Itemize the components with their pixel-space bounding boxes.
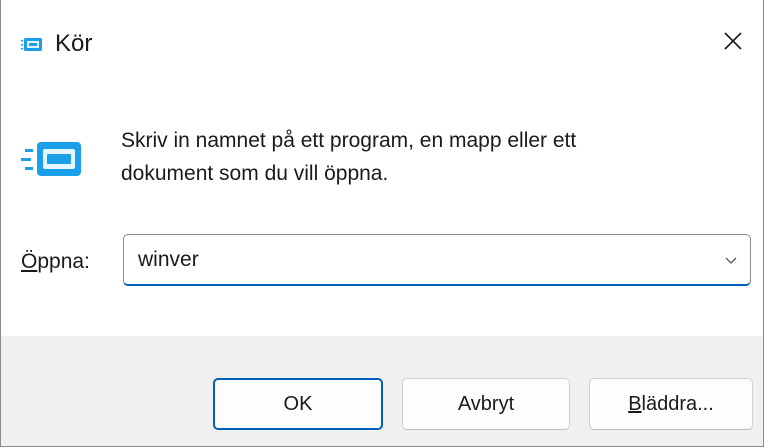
ok-button[interactable]: OK	[213, 378, 383, 430]
open-label: Öppna:	[21, 250, 90, 274]
run-large-icon	[21, 140, 87, 180]
browse-mnemonic: B	[628, 392, 642, 415]
cancel-button[interactable]: Avbryt	[402, 378, 570, 430]
open-combobox[interactable]	[123, 234, 751, 286]
open-label-mnemonic: Ö	[21, 250, 38, 273]
description-line-1: Skriv in namnet på ett program, en mapp …	[121, 129, 577, 152]
browse-button[interactable]: Bläddra...	[589, 378, 753, 430]
chevron-down-icon[interactable]	[722, 251, 740, 269]
button-bar: OK Avbryt Bläddra...	[1, 336, 763, 446]
run-icon	[21, 37, 43, 53]
open-input[interactable]	[138, 246, 698, 274]
title-bar: Kör	[1, 0, 763, 86]
window-title: Kör	[55, 30, 93, 57]
run-dialog: Kör Skriv in namnet på ett program, en m…	[0, 0, 764, 447]
close-button[interactable]	[703, 0, 763, 86]
browse-label: läddra...	[641, 392, 714, 415]
description-line-2: dokument som du vill öppna.	[121, 162, 389, 185]
close-icon	[723, 31, 743, 56]
open-label-text: ppna:	[37, 250, 90, 273]
description-text: Skriv in namnet på ett program, en mapp …	[121, 124, 721, 190]
